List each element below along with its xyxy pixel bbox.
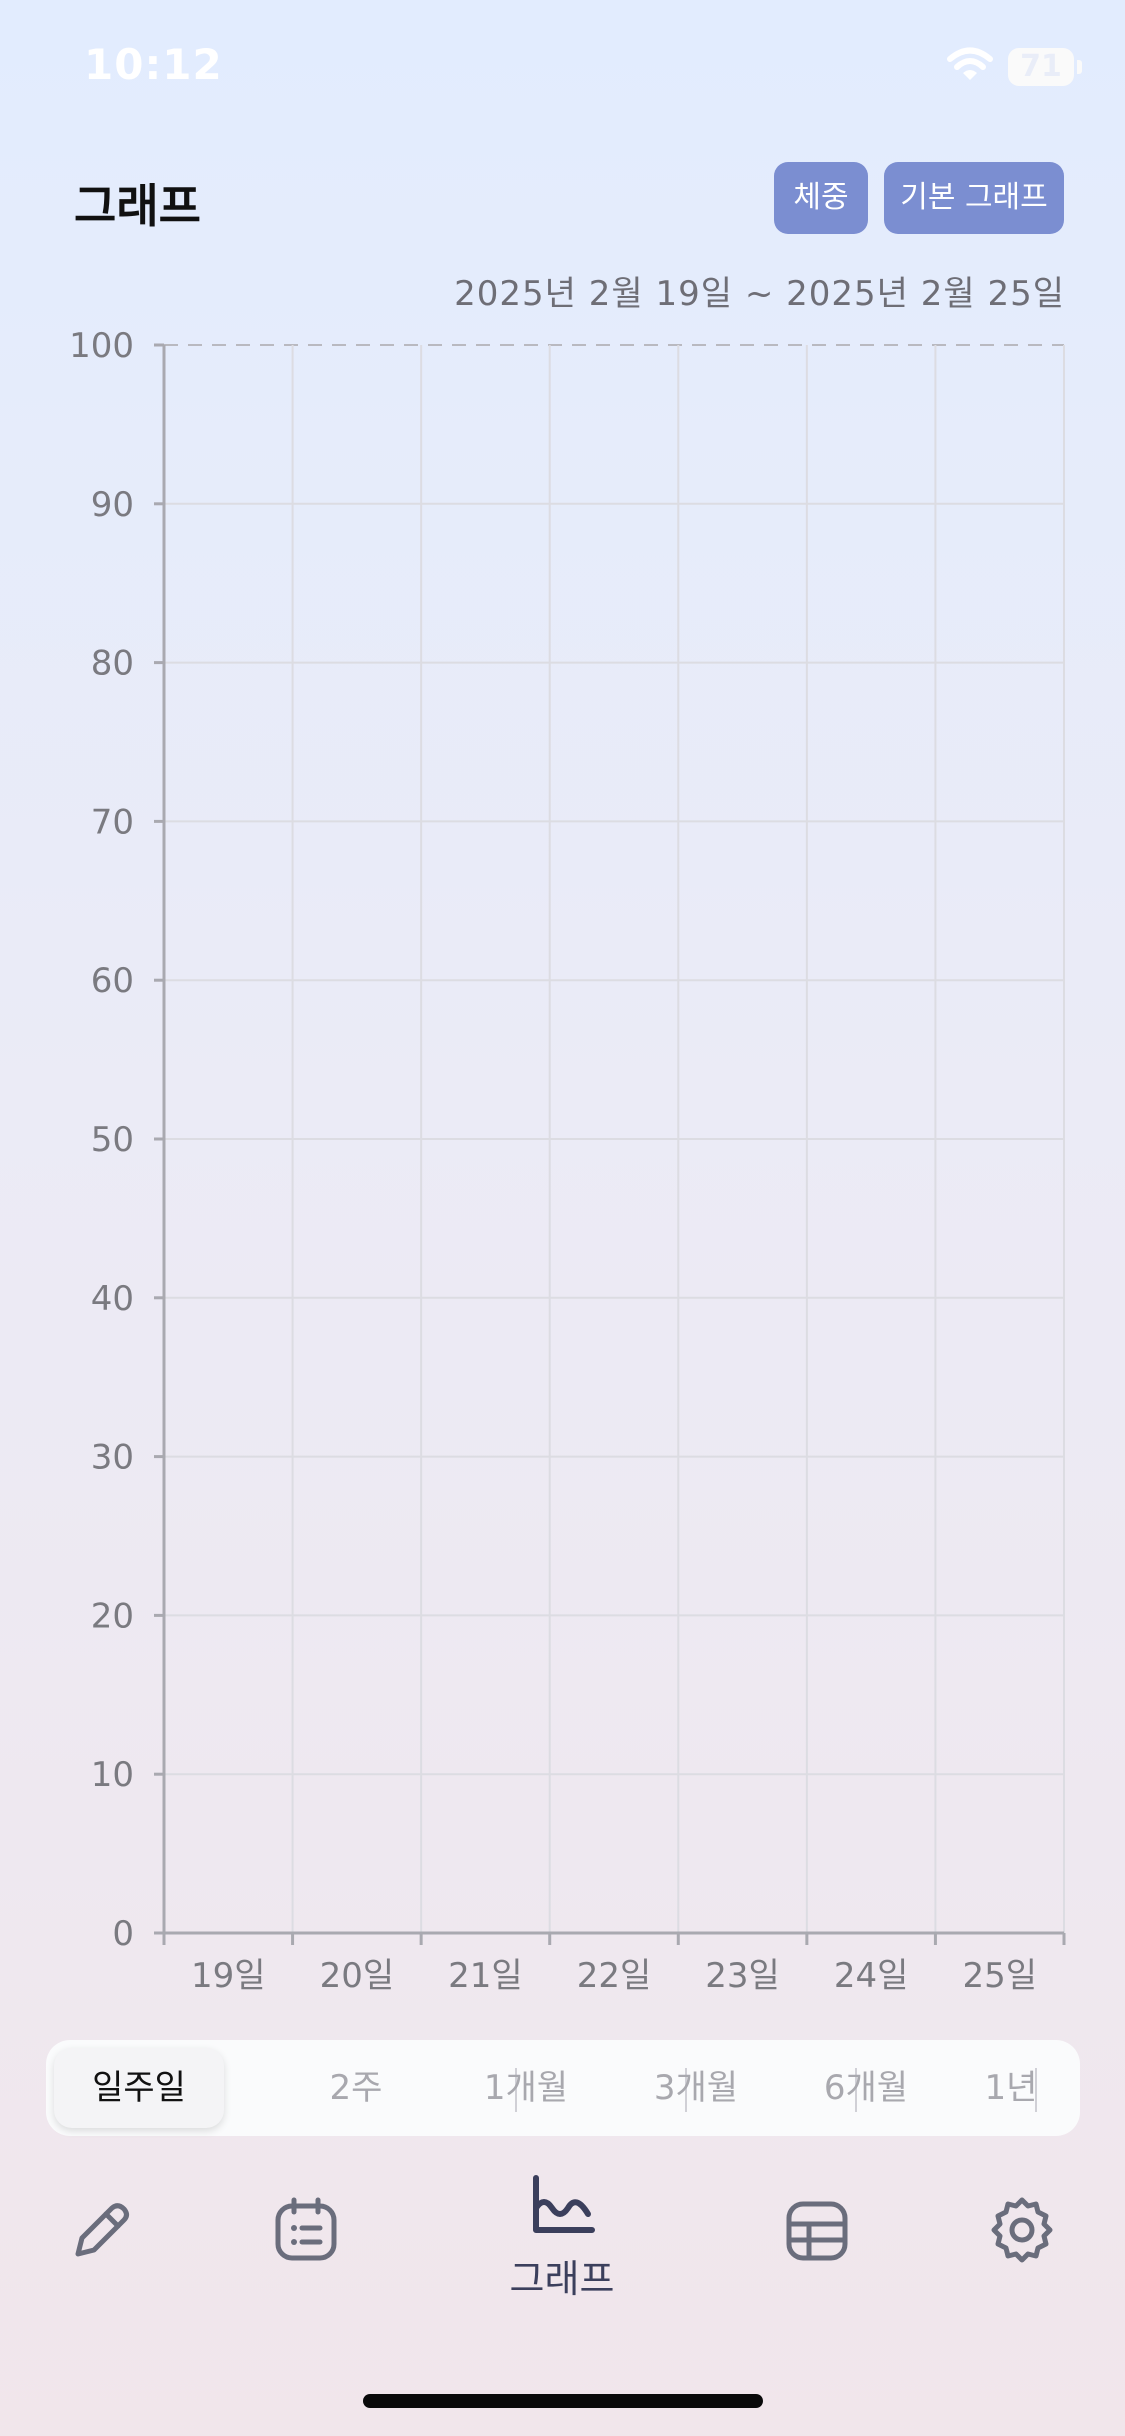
period-option[interactable]: 1년 xyxy=(951,2048,1071,2128)
y-tick-label: 100 xyxy=(69,326,134,366)
period-option[interactable]: 6개월 xyxy=(781,2048,951,2128)
tab-bar: 그래프 xyxy=(0,2150,1125,2350)
pencil-icon xyxy=(42,2190,162,2270)
y-tick-label: 70 xyxy=(91,802,134,842)
period-option[interactable]: 3개월 xyxy=(611,2048,781,2128)
y-tick-label: 60 xyxy=(91,961,134,1001)
x-tick-label: 21일 xyxy=(448,1956,523,1996)
x-tick-label: 23일 xyxy=(705,1956,780,1996)
period-option[interactable]: 1개월 xyxy=(441,2048,611,2128)
tab-graph[interactable]: 그래프 xyxy=(502,2170,622,2310)
calendar-list-icon xyxy=(246,2190,366,2270)
tab-graph-label: 그래프 xyxy=(509,2257,615,2301)
y-tick-label: 30 xyxy=(91,1438,134,1478)
period-option[interactable]: 일주일 xyxy=(54,2048,224,2128)
chart: 0 10 20 30 40 50 60 70 80 90 100 19일 20일 21일 22일 23일 24일… xyxy=(69,326,1066,1996)
wifi-icon xyxy=(946,46,994,86)
y-tick-label: 40 xyxy=(91,1279,134,1319)
period-option[interactable]: 2주 xyxy=(271,2048,441,2128)
x-tick-label: 20일 xyxy=(320,1956,395,1996)
period-selector: 일주일 2주 1개월 3개월 6개월 1년 xyxy=(46,2040,1080,2136)
x-tick-label: 24일 xyxy=(834,1956,909,1996)
status-time: 10:12 xyxy=(84,40,223,89)
table-icon xyxy=(757,2190,877,2270)
y-tick-label: 20 xyxy=(91,1596,134,1636)
graph-type-button[interactable]: 기본 그래프 xyxy=(884,162,1064,234)
y-tick-label: 90 xyxy=(91,485,134,525)
x-tick-label: 25일 xyxy=(962,1956,1037,1996)
status-bar: 10:12 71 xyxy=(0,0,1125,130)
gear-icon xyxy=(962,2190,1082,2270)
battery-indicator: 71 xyxy=(1008,48,1082,86)
weight-button[interactable]: 체중 xyxy=(774,162,868,234)
y-tick-label: 50 xyxy=(91,1120,134,1160)
y-tick-label: 0 xyxy=(112,1914,134,1954)
graph-icon xyxy=(502,2170,622,2242)
home-indicator xyxy=(363,2394,763,2408)
tab-settings[interactable] xyxy=(962,2190,1082,2330)
tab-table[interactable] xyxy=(757,2190,877,2330)
tab-calendar[interactable] xyxy=(246,2190,366,2330)
x-tick-label: 22일 xyxy=(577,1956,652,1996)
y-tick-label: 10 xyxy=(91,1755,134,1795)
y-tick-label: 80 xyxy=(91,644,134,684)
tab-record[interactable] xyxy=(42,2190,162,2330)
x-tick-label: 19일 xyxy=(191,1956,266,1996)
page-title: 그래프 xyxy=(74,179,201,233)
